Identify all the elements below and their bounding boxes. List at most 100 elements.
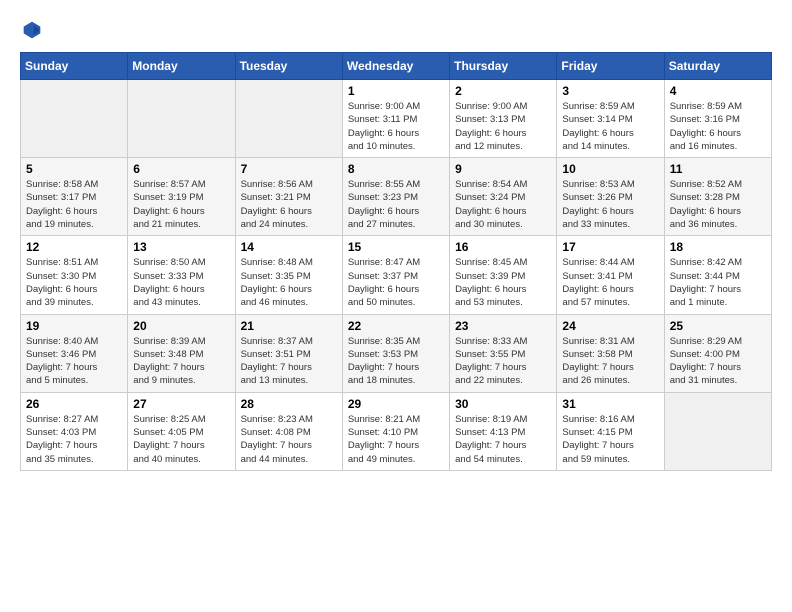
- calendar-cell: 10 Sunrise: 8:53 AM Sunset: 3:26 PM Dayli…: [557, 158, 664, 236]
- calendar-cell: 6 Sunrise: 8:57 AM Sunset: 3:19 PM Daylig…: [128, 158, 235, 236]
- day-number: 9: [455, 162, 551, 176]
- calendar-cell: 16Sunrise: 8:45 AM Sunset: 3:39 PM Dayli…: [450, 236, 557, 314]
- day-info: Sunrise: 8:21 AM Sunset: 4:10 PM Dayligh…: [348, 413, 444, 466]
- day-info: Sunrise: 8:19 AM Sunset: 4:13 PM Dayligh…: [455, 413, 551, 466]
- day-info: Sunrise: 8:56 AM Sunset: 3:21 PM Dayligh…: [241, 178, 337, 231]
- day-info: Sunrise: 8:55 AM Sunset: 3:23 PM Dayligh…: [348, 178, 444, 231]
- calendar-cell: 12 Sunrise: 8:51 AM Sunset: 3:30 PM Dayli…: [21, 236, 128, 314]
- calendar-cell: 11Sunrise: 8:52 AM Sunset: 3:28 PM Dayli…: [664, 158, 771, 236]
- calendar-cell: 7Sunrise: 8:56 AM Sunset: 3:21 PM Daylig…: [235, 158, 342, 236]
- day-number: 25: [670, 319, 766, 333]
- day-number: 12: [26, 240, 122, 254]
- day-number: 3: [562, 84, 658, 98]
- day-number: 29: [348, 397, 444, 411]
- day-info: Sunrise: 8:54 AM Sunset: 3:24 PM Dayligh…: [455, 178, 551, 231]
- day-number: 23: [455, 319, 551, 333]
- calendar-week-2: 5Sunrise: 8:58 AM Sunset: 3:17 PM Daylig…: [21, 158, 772, 236]
- day-info: Sunrise: 8:51 AM Sunset: 3:30 PM Dayligh…: [26, 256, 122, 309]
- calendar-cell: [128, 80, 235, 158]
- calendar-cell: 19 Sunrise: 8:40 AM Sunset: 3:46 PM Dayli…: [21, 314, 128, 392]
- day-number: 21: [241, 319, 337, 333]
- day-info: Sunrise: 8:25 AM Sunset: 4:05 PM Dayligh…: [133, 413, 229, 466]
- calendar-week-3: 12 Sunrise: 8:51 AM Sunset: 3:30 PM Dayli…: [21, 236, 772, 314]
- weekday-header-wednesday: Wednesday: [342, 53, 449, 80]
- calendar-cell: 9 Sunrise: 8:54 AM Sunset: 3:24 PM Daylig…: [450, 158, 557, 236]
- day-info: Sunrise: 8:48 AM Sunset: 3:35 PM Dayligh…: [241, 256, 337, 309]
- calendar-cell: 1 Sunrise: 9:00 AM Sunset: 3:11 PM Daylig…: [342, 80, 449, 158]
- calendar-cell: 4Sunrise: 8:59 AM Sunset: 3:16 PM Daylig…: [664, 80, 771, 158]
- day-info: Sunrise: 8:42 AM Sunset: 3:44 PM Dayligh…: [670, 256, 766, 309]
- day-info: Sunrise: 8:40 AM Sunset: 3:46 PM Dayligh…: [26, 335, 122, 388]
- calendar-table: SundayMondayTuesdayWednesdayThursdayFrid…: [20, 52, 772, 471]
- day-number: 26: [26, 397, 122, 411]
- calendar-cell: [664, 392, 771, 470]
- calendar-week-1: 1 Sunrise: 9:00 AM Sunset: 3:11 PM Daylig…: [21, 80, 772, 158]
- calendar-cell: 26 Sunrise: 8:27 AM Sunset: 4:03 PM Dayli…: [21, 392, 128, 470]
- calendar-cell: 24Sunrise: 8:31 AM Sunset: 3:58 PM Dayli…: [557, 314, 664, 392]
- calendar-cell: 5Sunrise: 8:58 AM Sunset: 3:17 PM Daylig…: [21, 158, 128, 236]
- weekday-header-thursday: Thursday: [450, 53, 557, 80]
- day-number: 13: [133, 240, 229, 254]
- day-info: Sunrise: 8:23 AM Sunset: 4:08 PM Dayligh…: [241, 413, 337, 466]
- day-number: 2: [455, 84, 551, 98]
- logo: [20, 20, 42, 40]
- day-number: 1: [348, 84, 444, 98]
- day-number: 10: [562, 162, 658, 176]
- logo-text: [20, 20, 42, 40]
- day-number: 20: [133, 319, 229, 333]
- calendar-cell: 8 Sunrise: 8:55 AM Sunset: 3:23 PM Daylig…: [342, 158, 449, 236]
- calendar-week-5: 26 Sunrise: 8:27 AM Sunset: 4:03 PM Dayli…: [21, 392, 772, 470]
- calendar-cell: 29 Sunrise: 8:21 AM Sunset: 4:10 PM Dayli…: [342, 392, 449, 470]
- day-info: Sunrise: 8:33 AM Sunset: 3:55 PM Dayligh…: [455, 335, 551, 388]
- day-number: 6: [133, 162, 229, 176]
- day-info: Sunrise: 8:27 AM Sunset: 4:03 PM Dayligh…: [26, 413, 122, 466]
- calendar-cell: 17 Sunrise: 8:44 AM Sunset: 3:41 PM Dayli…: [557, 236, 664, 314]
- weekday-header-friday: Friday: [557, 53, 664, 80]
- calendar-cell: 3Sunrise: 8:59 AM Sunset: 3:14 PM Daylig…: [557, 80, 664, 158]
- day-info: Sunrise: 8:37 AM Sunset: 3:51 PM Dayligh…: [241, 335, 337, 388]
- day-number: 24: [562, 319, 658, 333]
- day-number: 19: [26, 319, 122, 333]
- day-info: Sunrise: 8:57 AM Sunset: 3:19 PM Dayligh…: [133, 178, 229, 231]
- header: [20, 20, 772, 40]
- day-number: 28: [241, 397, 337, 411]
- calendar-cell: 14 Sunrise: 8:48 AM Sunset: 3:35 PM Dayli…: [235, 236, 342, 314]
- day-number: 18: [670, 240, 766, 254]
- day-number: 16: [455, 240, 551, 254]
- calendar-cell: 2 Sunrise: 9:00 AM Sunset: 3:13 PM Daylig…: [450, 80, 557, 158]
- day-info: Sunrise: 8:52 AM Sunset: 3:28 PM Dayligh…: [670, 178, 766, 231]
- calendar-cell: 18 Sunrise: 8:42 AM Sunset: 3:44 PM Dayli…: [664, 236, 771, 314]
- day-number: 17: [562, 240, 658, 254]
- calendar-cell: 31 Sunrise: 8:16 AM Sunset: 4:15 PM Dayli…: [557, 392, 664, 470]
- day-number: 27: [133, 397, 229, 411]
- calendar-cell: 20 Sunrise: 8:39 AM Sunset: 3:48 PM Dayli…: [128, 314, 235, 392]
- weekday-header-saturday: Saturday: [664, 53, 771, 80]
- weekday-header-sunday: Sunday: [21, 53, 128, 80]
- calendar-cell: 22 Sunrise: 8:35 AM Sunset: 3:53 PM Dayli…: [342, 314, 449, 392]
- logo-icon: [22, 20, 42, 40]
- day-number: 22: [348, 319, 444, 333]
- calendar-cell: 13 Sunrise: 8:50 AM Sunset: 3:33 PM Dayli…: [128, 236, 235, 314]
- day-number: 14: [241, 240, 337, 254]
- calendar-cell: 15Sunrise: 8:47 AM Sunset: 3:37 PM Dayli…: [342, 236, 449, 314]
- day-info: Sunrise: 8:50 AM Sunset: 3:33 PM Dayligh…: [133, 256, 229, 309]
- day-number: 5: [26, 162, 122, 176]
- day-info: Sunrise: 8:53 AM Sunset: 3:26 PM Dayligh…: [562, 178, 658, 231]
- day-info: Sunrise: 8:39 AM Sunset: 3:48 PM Dayligh…: [133, 335, 229, 388]
- day-info: Sunrise: 8:16 AM Sunset: 4:15 PM Dayligh…: [562, 413, 658, 466]
- calendar-cell: 21 Sunrise: 8:37 AM Sunset: 3:51 PM Dayli…: [235, 314, 342, 392]
- day-info: Sunrise: 8:35 AM Sunset: 3:53 PM Dayligh…: [348, 335, 444, 388]
- page: SundayMondayTuesdayWednesdayThursdayFrid…: [0, 0, 792, 481]
- day-number: 15: [348, 240, 444, 254]
- day-info: Sunrise: 9:00 AM Sunset: 3:11 PM Dayligh…: [348, 100, 444, 153]
- weekday-header-monday: Monday: [128, 53, 235, 80]
- calendar-cell: 25 Sunrise: 8:29 AM Sunset: 4:00 PM Dayli…: [664, 314, 771, 392]
- day-number: 8: [348, 162, 444, 176]
- day-info: Sunrise: 9:00 AM Sunset: 3:13 PM Dayligh…: [455, 100, 551, 153]
- calendar-week-4: 19 Sunrise: 8:40 AM Sunset: 3:46 PM Dayli…: [21, 314, 772, 392]
- day-number: 31: [562, 397, 658, 411]
- weekday-header-row: SundayMondayTuesdayWednesdayThursdayFrid…: [21, 53, 772, 80]
- day-info: Sunrise: 8:29 AM Sunset: 4:00 PM Dayligh…: [670, 335, 766, 388]
- calendar-cell: 30Sunrise: 8:19 AM Sunset: 4:13 PM Dayli…: [450, 392, 557, 470]
- day-info: Sunrise: 8:44 AM Sunset: 3:41 PM Dayligh…: [562, 256, 658, 309]
